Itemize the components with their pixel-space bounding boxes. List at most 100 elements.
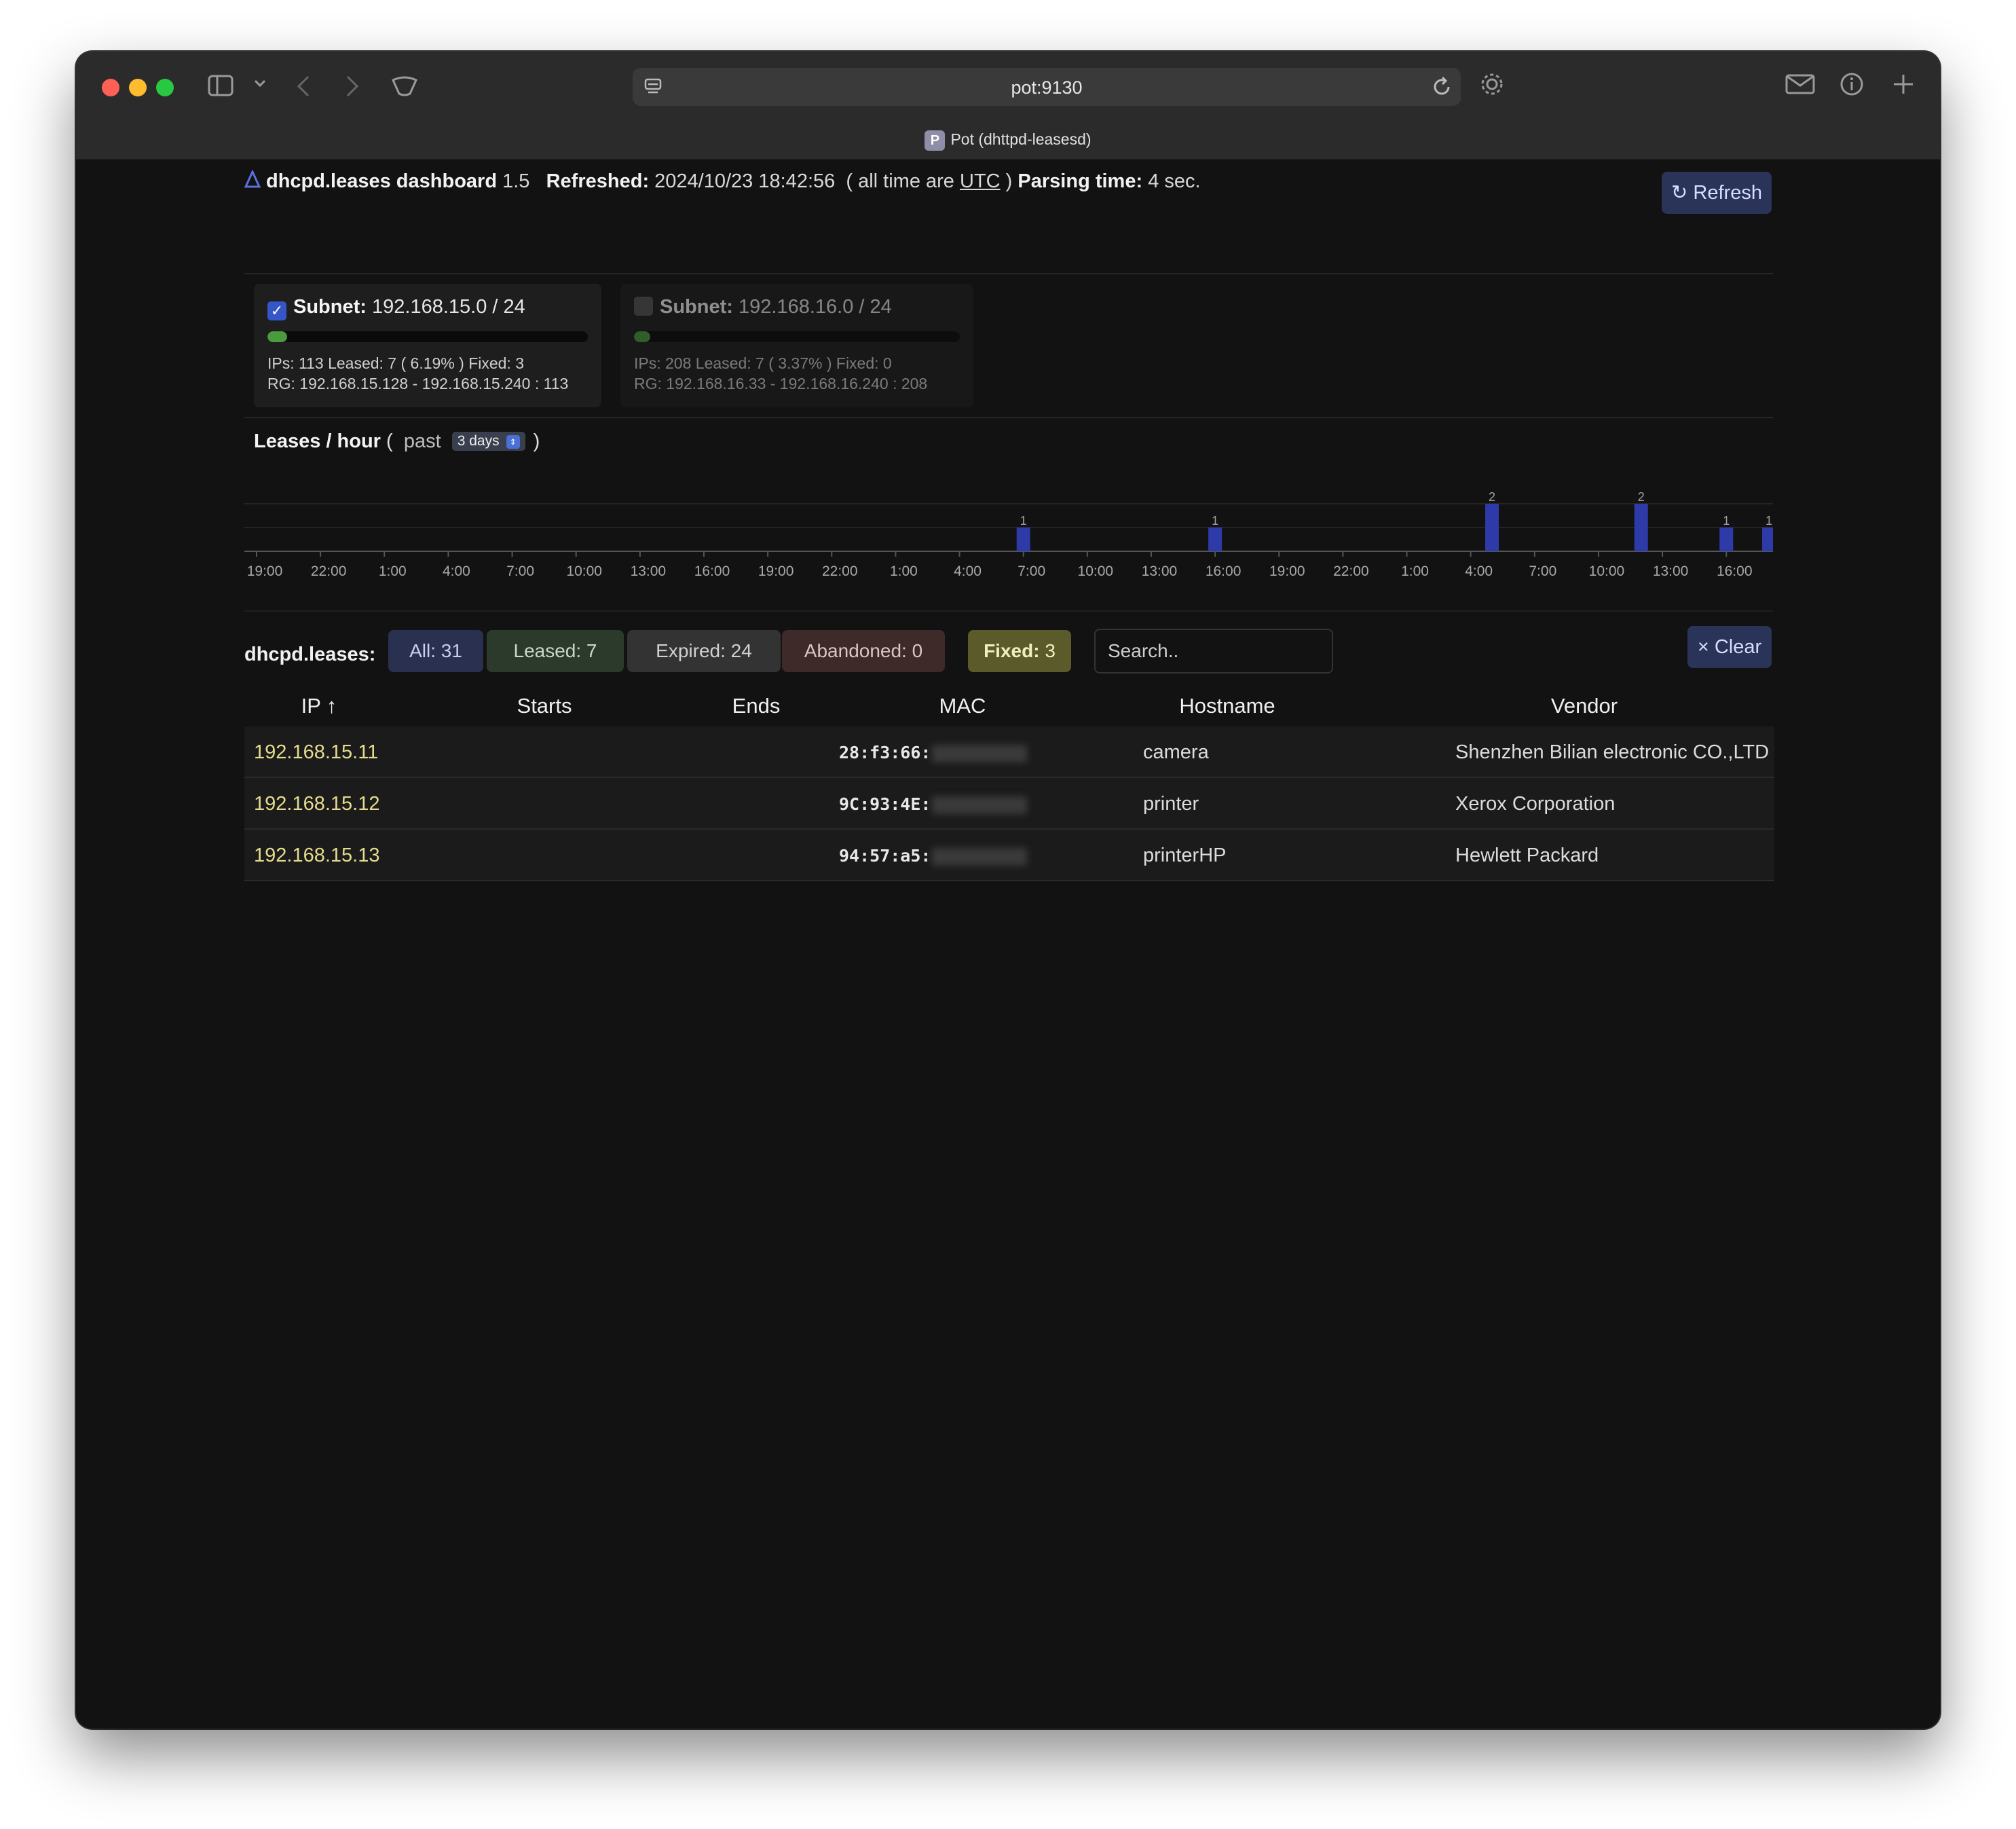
subnet-title: Subnet: 192.168.16.0 / 24: [634, 296, 892, 318]
app-version: 1.5: [502, 170, 530, 192]
cell-ip[interactable]: 192.168.15.13: [254, 845, 379, 867]
range-select[interactable]: 3 days ⇕: [451, 432, 525, 451]
cell-ip[interactable]: 192.168.15.11: [254, 741, 378, 764]
chart-bar: [1208, 528, 1222, 551]
mail-icon[interactable]: [1785, 73, 1815, 97]
column-header-vendor[interactable]: Vendor: [1496, 694, 1673, 718]
chart-bar-label: 1: [1766, 514, 1772, 528]
chart-tick-label: 19:00: [247, 564, 283, 579]
cell-vendor: Hewlett Packard: [1455, 845, 1599, 866]
subnet-usage-bar: [634, 331, 960, 342]
sidebar-icon[interactable]: [208, 73, 235, 100]
chart-tick-label: 4:00: [954, 564, 982, 579]
chart-tick-label: 19:00: [1269, 564, 1305, 579]
subnet-label: Subnet:: [660, 296, 733, 318]
chart-tick-label: 13:00: [631, 564, 667, 579]
subnet-checkbox[interactable]: ✓: [267, 301, 286, 320]
clear-button[interactable]: × Clear: [1687, 626, 1772, 668]
shield-icon[interactable]: [391, 76, 418, 98]
refreshed-value: 2024/10/23 18:42:56: [654, 170, 836, 192]
select-arrows-icon: ⇕: [506, 435, 520, 449]
lph-title-text: Leases / hour: [254, 430, 381, 452]
cell-hostname: camera: [1143, 741, 1209, 763]
info-icon[interactable]: [1840, 72, 1864, 98]
parsing-value: 4 sec.: [1148, 170, 1201, 192]
timezone-link[interactable]: UTC: [960, 170, 1001, 192]
subnet-value: 192.168.15.0 / 24: [372, 296, 525, 318]
filter-fixed-count: 3: [1045, 640, 1056, 661]
chart-tick-label: 22:00: [311, 564, 347, 579]
refreshed-label: Refreshed:: [546, 170, 650, 192]
refresh-button-label: Refresh: [1693, 182, 1762, 204]
chart-tick-label: 19:00: [758, 564, 794, 579]
forward-icon[interactable]: [345, 75, 360, 100]
search-input[interactable]: [1094, 629, 1333, 673]
chart-tick-label: 16:00: [1717, 564, 1753, 579]
divider: [244, 417, 1773, 418]
reload-icon[interactable]: [1431, 76, 1453, 100]
filter-fixed-button[interactable]: Fixed: 3: [968, 630, 1071, 672]
mac-redacted: [932, 796, 1028, 814]
logo-triangle-icon: [244, 169, 261, 188]
browser-window: pot:9130 P Pot (dhttpd-leasesd) dhcpd.lea…: [76, 52, 1940, 1729]
subnet-label: Subnet:: [293, 296, 367, 318]
refresh-button[interactable]: ↻ Refresh: [1662, 172, 1772, 214]
chart-tick-label: 10:00: [1589, 564, 1625, 579]
leases-per-hour-title: Leases / hour ( past 3 days ⇕): [254, 430, 540, 453]
chart-tick-label: 16:00: [694, 564, 730, 579]
table-row[interactable]: 192.168.15.12 9C:93:4E: printer Xerox Co…: [244, 778, 1774, 830]
subnet-range: RG: 192.168.16.33 - 192.168.16.240 : 208: [634, 375, 928, 392]
chart-tick-label: 13:00: [1653, 564, 1689, 579]
dashboard-header: dhcpd.leases dashboard 1.5 Refreshed: 20…: [244, 169, 1201, 193]
browser-tab[interactable]: P Pot (dhttpd-leasesd): [76, 130, 1940, 151]
browser-toolbar: pot:9130 P Pot (dhttpd-leasesd): [76, 52, 1940, 160]
subnet-checkbox[interactable]: [634, 297, 653, 316]
table-row[interactable]: 192.168.15.11 28:f3:66: camera Shenzhen …: [244, 726, 1774, 778]
subnet-usage-fill: [267, 331, 288, 342]
filter-expired-button[interactable]: Expired: 24: [627, 630, 781, 672]
chart-tick-label: 10:00: [566, 564, 602, 579]
filter-leased-button[interactable]: Leased: 7: [487, 630, 624, 672]
subnet-title: ✓ Subnet: 192.168.15.0 / 24: [267, 296, 525, 320]
column-header-mac[interactable]: MAC: [901, 694, 1024, 718]
mac-prefix: 9C:93:4E:: [839, 794, 931, 814]
cell-vendor: Shenzhen Bilian electronic CO.,LTD: [1455, 741, 1770, 763]
table-row[interactable]: 192.168.15.13 94:57:a5: printerHP Hewlet…: [244, 830, 1774, 881]
subnet-stats: IPs: 113 Leased: 7 ( 6.19% ) Fixed: 3: [267, 354, 525, 372]
gear-icon[interactable]: [1478, 71, 1506, 100]
filter-abandoned-button[interactable]: Abandoned: 0: [782, 630, 945, 672]
cell-ip[interactable]: 192.168.15.12: [254, 793, 379, 815]
column-header-hostname[interactable]: Hostname: [1139, 694, 1315, 718]
app-name: dhcpd.leases dashboard: [266, 170, 498, 192]
back-icon[interactable]: [296, 75, 311, 100]
subnet-card-16[interactable]: Subnet: 192.168.16.0 / 24 IPs: 208 Lease…: [620, 284, 973, 407]
cell-mac: 9C:93:4E:: [839, 794, 1028, 814]
column-header-ends[interactable]: Ends: [695, 694, 817, 718]
chart-bar: [1762, 528, 1773, 551]
cell-hostname: printerHP: [1143, 845, 1227, 866]
column-header-ip[interactable]: IP ↑: [258, 694, 380, 718]
chart-bar: [1719, 528, 1734, 551]
minimize-window-button[interactable]: [129, 79, 147, 96]
filter-all-button[interactable]: All: 31: [388, 630, 483, 672]
chart-tick-label: 1:00: [379, 564, 407, 579]
subnet-usage-fill: [634, 331, 650, 342]
divider: [244, 610, 1773, 612]
chart-tick-label: 16:00: [1206, 564, 1242, 579]
address-bar[interactable]: pot:9130: [633, 68, 1461, 106]
lph-open-paren: (: [386, 430, 393, 452]
url-text[interactable]: pot:9130: [633, 77, 1461, 98]
subnet-card-15[interactable]: ✓ Subnet: 192.168.15.0 / 24 IPs: 113 Leas…: [254, 284, 601, 407]
plus-icon[interactable]: [1891, 72, 1916, 98]
mac-redacted: [932, 745, 1028, 762]
chart-bar-label: 1: [1212, 514, 1218, 528]
column-header-starts[interactable]: Starts: [477, 694, 612, 718]
chevron-down-icon[interactable]: [254, 79, 266, 90]
subnet-range: RG: 192.168.15.128 - 192.168.15.240 : 11…: [267, 375, 569, 392]
chart-tick-label: 22:00: [822, 564, 858, 579]
subnet-stats: IPs: 208 Leased: 7 ( 3.37% ) Fixed: 0: [634, 354, 892, 372]
close-window-button[interactable]: [102, 79, 119, 96]
leases-per-hour-chart: 19:00 22:00 1:00 4:00 7:00 10:00 13:00 16:00 19:…: [244, 490, 1773, 579]
range-select-value: 3 days: [457, 433, 500, 449]
zoom-window-button[interactable]: [156, 79, 174, 96]
